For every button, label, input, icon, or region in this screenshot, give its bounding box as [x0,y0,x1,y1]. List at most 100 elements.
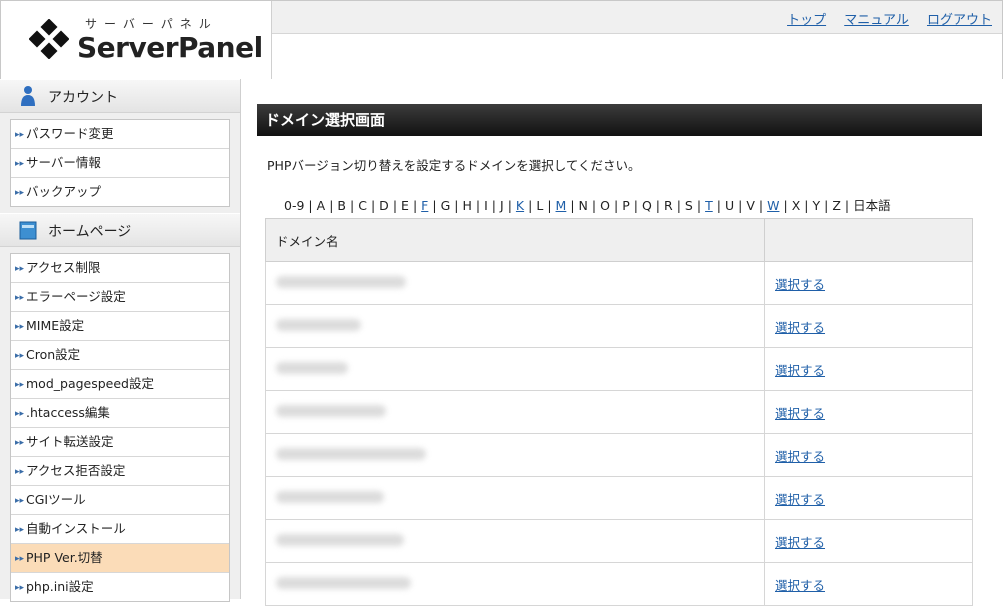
arrow-icon: ▸▸ [15,130,25,140]
arrow-icon: ▸▸ [15,264,25,274]
sidebar-section-title: アカウント [48,90,118,106]
homepage-icon [19,221,37,240]
separator: | [547,198,552,213]
table-row: 選択する [265,390,973,434]
redacted-domain [276,404,386,417]
separator: | [528,198,533,213]
separator: | [308,198,313,213]
page-description: PHPバージョン切り替えを設定するドメインを選択してください。 [267,158,641,173]
select-domain-link[interactable]: 選択する [775,578,825,593]
separator: | [844,198,850,213]
logo-text: ServerPanel [77,31,263,64]
select-domain-link[interactable]: 選択する [775,492,825,507]
alphabet-filter-m[interactable]: M [556,198,567,213]
alphabet-filter-f[interactable]: F [421,198,428,213]
alphabet-filter-japanese: 日本語 [853,198,891,213]
domain-name-cell [265,390,765,434]
sidebar-item-label: CGIツール [26,492,86,507]
sidebar-item-php-version[interactable]: ▸▸ PHP Ver.切替 [11,544,229,573]
alphabet-filter-d: D [379,198,389,213]
separator: | [475,198,481,213]
sidebar-item-label: バックアップ [26,184,102,199]
sidebar-item-error-page[interactable]: ▸▸ エラーページ設定 [11,283,229,312]
sidebar-item-auto-install[interactable]: ▸▸ 自動インストール [11,515,229,544]
sidebar-section-title: ホームページ [48,224,132,240]
action-cell: 選択する [764,476,973,520]
top-link-manual[interactable]: マニュアル [844,13,909,28]
domain-name-cell [265,347,765,391]
page-title: ドメイン選択画面 [257,104,982,136]
sidebar-item-label: 自動インストール [26,521,126,536]
sidebar-item-password[interactable]: ▸▸ パスワード変更 [11,120,229,149]
select-domain-link[interactable]: 選択する [775,277,825,292]
sidebar-section-account: アカウント [0,79,240,113]
alphabet-filter-p: P [622,198,630,213]
select-domain-link[interactable]: 選択する [775,535,825,550]
sidebar-item-php-ini[interactable]: ▸▸ php.ini設定 [11,573,229,601]
sidebar-item-cgi-tools[interactable]: ▸▸ CGIツール [11,486,229,515]
alphabet-filter-z: Z [832,198,841,213]
alphabet-filter-t[interactable]: T [705,198,713,213]
sidebar-item-access-restriction[interactable]: ▸▸ アクセス制限 [11,254,229,283]
top-link-logout[interactable]: ログアウト [927,13,992,28]
alphabet-filter-w[interactable]: W [767,198,779,213]
sidebar-item-label: アクセス拒否設定 [26,463,126,478]
alphabet-filter: 0-9 | A | B | C | D | E | F | G | H | I | J | K | L | M | N | O | P | Q | R |… [284,195,891,214]
arrow-icon: ▸▸ [15,583,25,593]
alphabet-filter-x: X [791,198,801,213]
top-link-home[interactable]: トップ [787,13,826,28]
separator: | [716,198,721,213]
domain-name-cell [265,562,765,606]
separator: | [370,198,376,213]
separator: | [613,198,619,213]
sidebar-section-homepage: ホームページ [0,213,240,247]
separator: | [696,198,702,213]
domain-name-cell [265,476,765,520]
alphabet-filter-g: G [440,198,451,213]
sidebar-item-server-info[interactable]: ▸▸ サーバー情報 [11,149,229,178]
top-bar: トップ マニュアル ログアウト [272,1,1002,34]
table-row: 選択する [265,347,973,391]
sidebar-item-label: Cron設定 [26,347,81,362]
sidebar-item-pagespeed[interactable]: ▸▸ mod_pagespeed設定 [11,370,229,399]
sidebar-item-label: パスワード変更 [26,126,114,141]
action-cell: 選択する [764,261,973,305]
separator: | [804,198,809,213]
sidebar-item-mime[interactable]: ▸▸ MIME設定 [11,312,229,341]
select-domain-link[interactable]: 選択する [775,449,825,464]
alphabet-filter-0-9: 0-9 [284,198,305,213]
header: サーバーパネル ServerPanel トップ マニュアル ログアウト [0,0,1003,80]
redacted-domain [276,576,411,589]
arrow-icon: ▸▸ [15,467,25,477]
column-header-action [764,218,973,262]
alphabet-filter-o: O [600,198,610,213]
alphabet-filter-k[interactable]: K [516,198,524,213]
select-domain-link[interactable]: 選択する [775,363,825,378]
logo[interactable]: サーバーパネル ServerPanel [1,1,272,79]
select-domain-link[interactable]: 選択する [775,320,825,335]
alphabet-filter-l: L [536,198,544,213]
separator: | [758,198,764,213]
sidebar-item-backup[interactable]: ▸▸ バックアップ [11,178,229,206]
sidebar-item-label: php.ini設定 [26,579,94,594]
alphabet-filter-y: Y [812,198,821,213]
redacted-domain [276,533,404,546]
logo-kana: サーバーパネル [85,17,218,31]
account-icon [21,86,35,106]
table-header-row: ドメイン名 [265,218,973,262]
sidebar-item-cron[interactable]: ▸▸ Cron設定 [11,341,229,370]
alphabet-filter-q: Q [641,198,652,213]
select-domain-link[interactable]: 選択する [775,406,825,421]
sidebar-item-htaccess[interactable]: ▸▸ .htaccess編集 [11,399,229,428]
alphabet-filter-h: H [462,198,472,213]
sidebar-item-site-redirect[interactable]: ▸▸ サイト転送設定 [11,428,229,457]
alphabet-filter-e: E [401,198,409,213]
action-cell: 選択する [764,347,973,391]
domain-name-cell [265,304,765,348]
alphabet-filter-j: J [500,198,504,213]
sidebar-item-access-deny[interactable]: ▸▸ アクセス拒否設定 [11,457,229,486]
alphabet-filter-v: V [746,198,755,213]
table-row: 選択する [265,433,973,477]
alphabet-filter-u: U [724,198,735,213]
separator: | [507,198,512,213]
